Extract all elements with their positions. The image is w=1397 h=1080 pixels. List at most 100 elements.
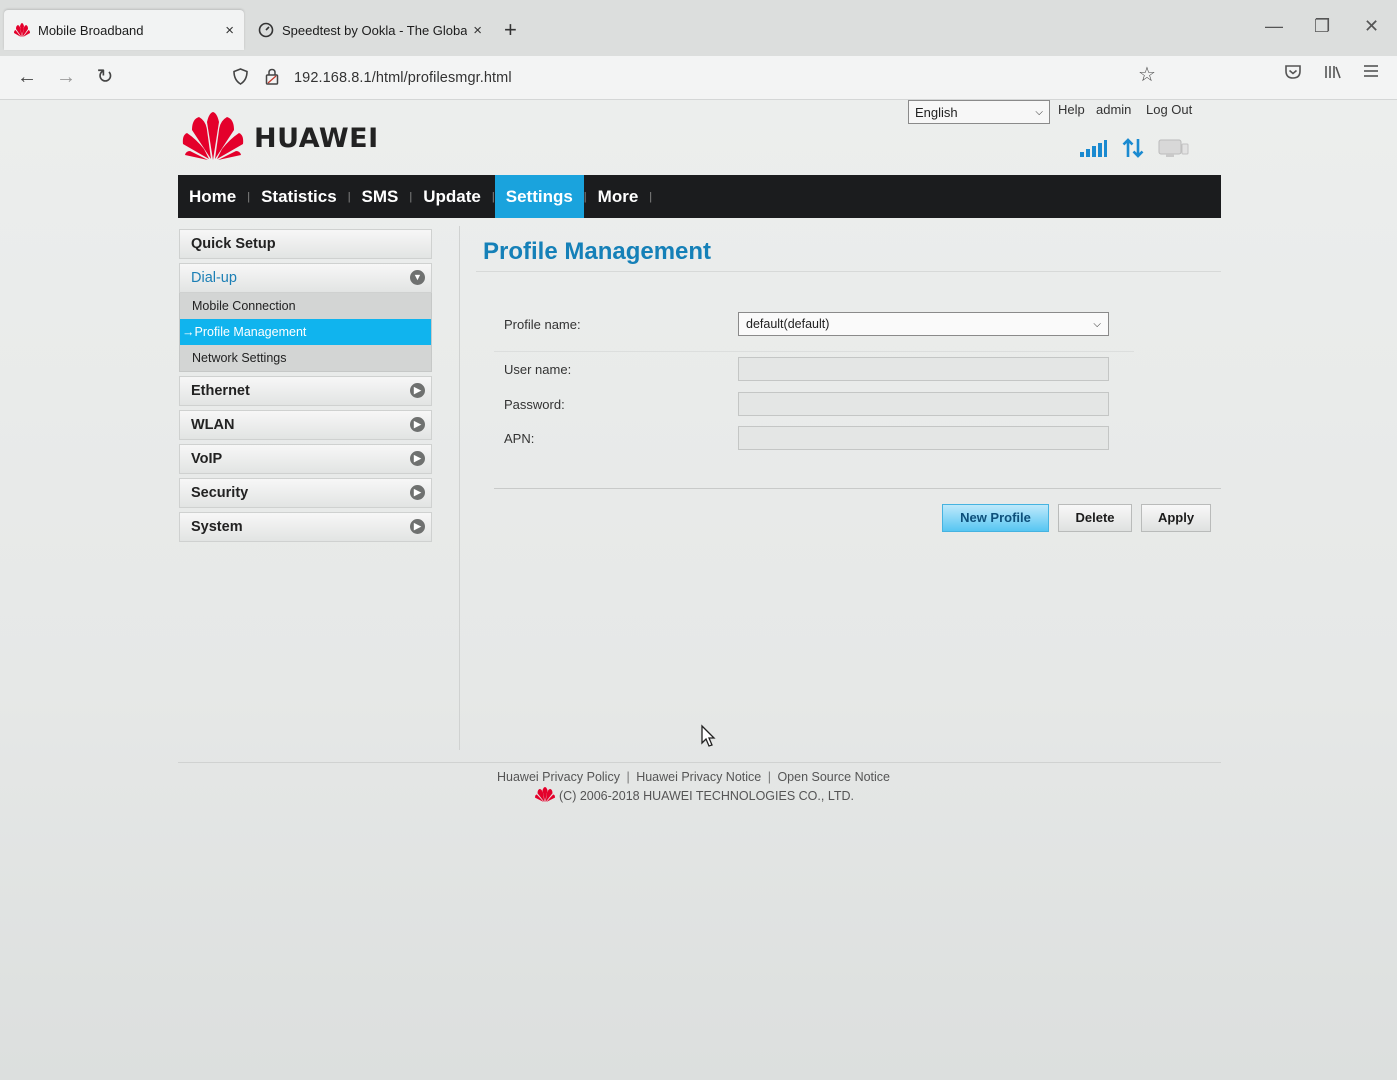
huawei-logo: HUAWEI (182, 112, 379, 165)
menu-statistics[interactable]: Statistics (250, 175, 348, 218)
mouse-pointer-icon (700, 724, 716, 753)
sidebar-item-quick-setup[interactable]: Quick Setup (179, 229, 432, 259)
footer-separator: | (626, 770, 630, 784)
password-label: Password: (504, 397, 565, 412)
shield-icon[interactable] (230, 67, 250, 89)
sidebar-item-ethernet[interactable]: Ethernet ▶ (179, 376, 432, 406)
minimize-icon[interactable]: — (1265, 16, 1283, 37)
close-tab-icon[interactable]: × (473, 22, 482, 39)
help-link[interactable]: Help (1058, 102, 1085, 117)
open-source-notice-link[interactable]: Open Source Notice (777, 770, 890, 784)
sidebar-subitem-profile-management[interactable]: →Profile Management (180, 319, 431, 345)
delete-button[interactable]: Delete (1058, 504, 1132, 532)
privacy-policy-link[interactable]: Huawei Privacy Policy (497, 770, 620, 784)
sidebar-subitem-mobile-connection[interactable]: Mobile Connection (180, 293, 431, 319)
footer-divider (178, 762, 1221, 763)
tab-speedtest[interactable]: Speedtest by Ookla - The Global × (252, 10, 488, 50)
chevron-down-icon: ⌵ (1035, 106, 1043, 118)
expand-arrow-icon: ▶ (410, 519, 425, 534)
data-transfer-icon (1122, 138, 1144, 163)
sidebar-item-label: Dial-up (191, 270, 237, 286)
huawei-flower-icon (182, 112, 244, 165)
language-select[interactable]: English ⌵ (908, 100, 1050, 124)
selected-arrow-icon: → (182, 325, 195, 339)
footer-links: Huawei Privacy Policy | Huawei Privacy N… (497, 770, 890, 784)
menu-home[interactable]: Home (178, 175, 247, 218)
tab-title: Mobile Broadband (38, 22, 144, 38)
sidebar-item-voip[interactable]: VoIP ▶ (179, 444, 432, 474)
menu-more[interactable]: More (587, 175, 650, 218)
logout-link[interactable]: Log Out (1146, 102, 1192, 117)
profile-name-value: default(default) (746, 317, 830, 331)
expand-arrow-icon: ▶ (410, 417, 425, 432)
library-icon[interactable] (1324, 64, 1342, 85)
reload-icon[interactable]: ↻ (93, 66, 117, 90)
expand-arrow-icon: ▶ (410, 451, 425, 466)
form-divider (494, 488, 1221, 489)
privacy-notice-link[interactable]: Huawei Privacy Notice (636, 770, 761, 784)
menu-sms[interactable]: SMS (351, 175, 410, 218)
browser-tab-bar: Mobile Broadband × Speedtest by Ookla - … (0, 0, 1397, 56)
address-bar[interactable]: 192.168.8.1/html/profilesmgr.html (230, 62, 1180, 94)
tab-mobile-broadband[interactable]: Mobile Broadband × (4, 10, 244, 50)
signal-strength-icon (1080, 139, 1108, 162)
new-tab-button[interactable]: + (504, 17, 517, 43)
expand-arrow-icon: ▶ (410, 383, 425, 398)
sidebar-subitem-network-settings[interactable]: Network Settings (180, 345, 431, 371)
collapse-arrow-icon: ▼ (410, 270, 425, 285)
sidebar-item-wlan[interactable]: WLAN ▶ (179, 410, 432, 440)
monitor-icon (1158, 138, 1190, 163)
profile-name-label: Profile name: (504, 317, 581, 332)
sidebar-item-system[interactable]: System ▶ (179, 512, 432, 542)
status-icons (1080, 138, 1190, 163)
apn-label: APN: (504, 431, 535, 446)
bookmark-star-icon[interactable]: ☆ (1138, 62, 1156, 87)
dial-up-submenu: Mobile Connection →Profile Management Ne… (179, 293, 432, 372)
expand-arrow-icon: ▶ (410, 485, 425, 500)
apn-field[interactable] (738, 426, 1109, 450)
tab-title: Speedtest by Ookla - The Global (282, 22, 468, 38)
user-link[interactable]: admin (1096, 102, 1131, 117)
pocket-icon[interactable] (1284, 64, 1302, 85)
hamburger-menu-icon[interactable] (1363, 64, 1379, 83)
menu-update[interactable]: Update (412, 175, 492, 218)
copyright-text: (C) 2006-2018 HUAWEI TECHNOLOGIES CO., L… (559, 789, 854, 803)
chevron-down-icon: ⌵ (1093, 318, 1101, 330)
apply-button[interactable]: Apply (1141, 504, 1211, 532)
sidebar-item-dial-up[interactable]: Dial-up ▼ (179, 263, 432, 293)
title-divider (476, 271, 1221, 272)
restore-icon[interactable]: ❐ (1314, 16, 1330, 37)
sidebar-item-label: System (191, 519, 243, 535)
browser-toolbar: ← → ↻ 192.168.8.1/html/profilesmgr.html (0, 56, 1397, 100)
new-profile-button[interactable]: New Profile (942, 504, 1049, 532)
back-arrow-icon[interactable]: ← (15, 66, 39, 90)
footer-separator: | (767, 770, 771, 784)
lock-icon[interactable] (262, 68, 282, 89)
huawei-small-logo-icon (535, 787, 555, 805)
speedometer-icon (258, 22, 274, 38)
username-label: User name: (504, 362, 572, 377)
sidebar-item-label: VoIP (191, 451, 223, 467)
huawei-logo-icon (14, 22, 30, 38)
window-close-icon[interactable]: ✕ (1364, 16, 1379, 37)
settings-sidebar: Quick Setup Dial-up ▼ Mobile Connection … (179, 229, 432, 546)
language-value: English (915, 104, 958, 120)
sidebar-item-label: Security (191, 485, 249, 501)
menu-settings[interactable]: Settings (494, 175, 584, 218)
page-title: Profile Management (483, 238, 712, 265)
sidebar-item-label: Ethernet (191, 383, 250, 399)
sidebar-subitem-label: Profile Management (194, 325, 307, 339)
main-menu: Home | Statistics | SMS | Update | Setti… (178, 175, 1221, 218)
url-text[interactable]: 192.168.8.1/html/profilesmgr.html (294, 70, 512, 86)
sidebar-item-security[interactable]: Security ▶ (179, 478, 432, 508)
brand-name: HUAWEI (254, 123, 379, 154)
copyright: (C) 2006-2018 HUAWEI TECHNOLOGIES CO., L… (535, 787, 854, 805)
row-divider (494, 351, 1134, 352)
content-divider (459, 226, 460, 750)
close-tab-icon[interactable]: × (225, 22, 234, 39)
username-field[interactable] (738, 357, 1109, 381)
profile-name-select[interactable]: default(default) ⌵ (738, 312, 1109, 336)
menu-separator: | (649, 190, 653, 203)
forward-arrow-icon[interactable]: → (54, 66, 78, 90)
password-field[interactable] (738, 392, 1109, 416)
